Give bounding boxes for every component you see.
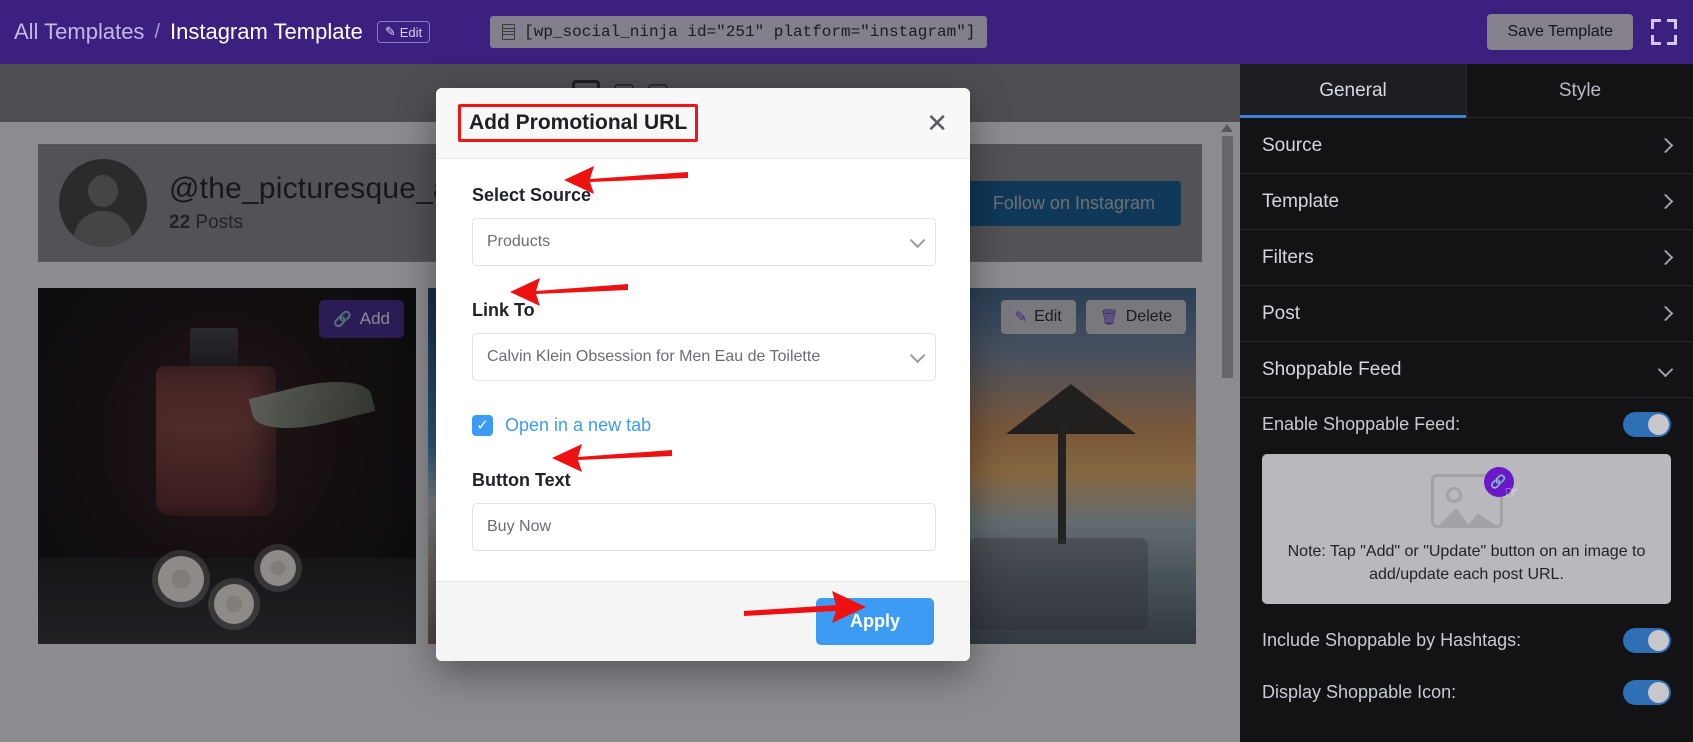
sidebar-section-filters[interactable]: Filters <box>1240 230 1693 286</box>
shoppable-note-text: Note: Tap "Add" or "Update" button on an… <box>1287 543 1646 584</box>
sidebar-section-post-label: Post <box>1262 302 1301 324</box>
button-text-input[interactable] <box>472 503 936 551</box>
chevron-down-icon <box>909 347 926 363</box>
tab-style[interactable]: Style <box>1466 64 1693 117</box>
setting-display-shoppable-icon-label: Display Shoppable Icon: <box>1262 681 1457 702</box>
shortcode-field[interactable]: [wp_social_ninja id="251" platform="inst… <box>490 16 988 48</box>
select-source-value: Products <box>487 233 551 250</box>
link-to-label: Link To <box>472 300 535 320</box>
setting-include-shoppable-hashtags-label: Include Shoppable by Hashtags: <box>1262 629 1522 650</box>
sidebar-section-template-label: Template <box>1262 190 1340 212</box>
display-shoppable-icon-toggle[interactable] <box>1623 679 1671 705</box>
breadcrumb-all-templates[interactable]: All Templates <box>14 19 144 45</box>
sidebar-section-source[interactable]: Source <box>1240 118 1693 174</box>
enable-shoppable-feed-toggle[interactable] <box>1623 411 1671 437</box>
dialog-body: Select Source Products Link To Calvin Kl… <box>436 159 970 581</box>
breadcrumb: All Templates / Instagram Template ✎ Edi… <box>14 19 431 45</box>
chevron-right-icon <box>1657 305 1674 322</box>
shoppable-note-box: 🔗 ☞ Note: Tap "Add" or "Update" button o… <box>1262 454 1671 605</box>
select-source-dropdown[interactable]: Products <box>472 218 936 266</box>
tab-general[interactable]: General <box>1240 64 1466 118</box>
close-icon[interactable]: ✕ <box>926 110 948 136</box>
sidebar-section-post[interactable]: Post <box>1240 286 1693 342</box>
top-bar: All Templates / Instagram Template ✎ Edi… <box>0 0 1693 64</box>
shortcode-text: [wp_social_ninja id="251" platform="inst… <box>524 23 976 41</box>
chevron-right-icon <box>1657 193 1674 210</box>
open-new-tab-checkbox[interactable] <box>472 415 493 436</box>
chevron-down-icon <box>909 232 926 248</box>
setting-display-shoppable-icon: Display Shoppable Icon: <box>1240 666 1693 718</box>
pencil-icon: ✎ <box>384 24 396 39</box>
dialog-title: Add Promotional URL <box>458 104 699 142</box>
breadcrumb-separator: / <box>154 20 160 43</box>
sidebar-tabs: General Style <box>1240 64 1693 118</box>
cursor-icon: ☞ <box>1504 483 1520 502</box>
settings-sidebar: General Style Source Template Filters Po… <box>1240 64 1693 742</box>
edit-chip-label: Edit <box>399 24 423 40</box>
setting-include-shoppable-hashtags: Include Shoppable by Hashtags: <box>1240 614 1693 666</box>
add-promotional-url-dialog: Add Promotional URL ✕ Select Source Prod… <box>436 88 970 661</box>
app-root: All Templates / Instagram Template ✎ Edi… <box>0 0 1693 742</box>
chevron-right-icon <box>1657 137 1674 154</box>
breadcrumb-current: Instagram Template <box>170 19 363 44</box>
chevron-right-icon <box>1657 249 1674 266</box>
link-to-value: Calvin Klein Obsession for Men Eau de To… <box>487 348 821 365</box>
chevron-down-icon <box>1657 361 1674 378</box>
rename-template-button[interactable]: ✎ Edit <box>376 21 431 43</box>
sidebar-section-filters-label: Filters <box>1262 246 1314 268</box>
fullscreen-icon[interactable] <box>1651 19 1677 45</box>
sidebar-section-shoppable-feed-label: Shoppable Feed <box>1262 358 1402 380</box>
image-placeholder-icon: 🔗 ☞ <box>1430 467 1520 528</box>
setting-enable-shoppable-feed: Enable Shoppable Feed: <box>1240 398 1693 450</box>
link-to-dropdown[interactable]: Calvin Klein Obsession for Men Eau de To… <box>472 333 936 381</box>
document-icon <box>502 24 516 40</box>
button-text-label: Button Text <box>472 470 571 490</box>
select-source-label: Select Source <box>472 185 592 205</box>
sidebar-section-source-label: Source <box>1262 134 1323 156</box>
open-new-tab-label: Open in a new tab <box>505 415 652 435</box>
include-shoppable-hashtags-toggle[interactable] <box>1623 627 1671 653</box>
setting-enable-shoppable-feed-label: Enable Shoppable Feed: <box>1262 413 1461 434</box>
open-new-tab-row[interactable]: Open in a new tab <box>472 415 934 436</box>
top-bar-actions: Save Template <box>1487 14 1677 50</box>
save-template-button[interactable]: Save Template <box>1487 14 1633 50</box>
apply-button[interactable]: Apply <box>815 598 934 645</box>
dialog-header: Add Promotional URL ✕ <box>436 88 970 159</box>
dialog-footer: Apply <box>436 581 970 661</box>
sidebar-section-template[interactable]: Template <box>1240 174 1693 230</box>
sidebar-section-shoppable-feed[interactable]: Shoppable Feed <box>1240 342 1693 398</box>
